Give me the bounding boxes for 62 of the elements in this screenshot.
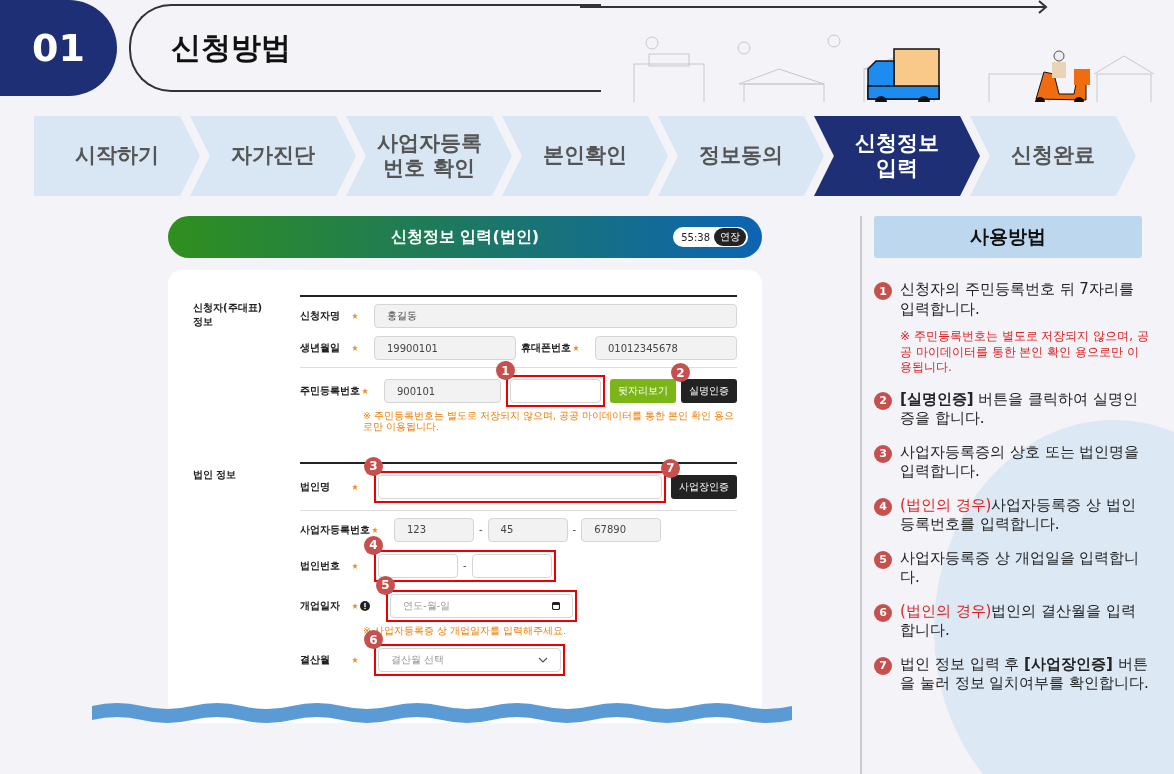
field-label: 휴대폰번호 bbox=[521, 341, 571, 355]
input-field[interactable]: 01012345678 bbox=[595, 336, 737, 360]
section-label: 신청자(주대표) 정보 bbox=[193, 301, 264, 329]
callout-badge: 2 bbox=[671, 363, 690, 382]
section-label: 법인 정보 bbox=[193, 467, 238, 482]
timer-text: 55:38 bbox=[681, 231, 710, 243]
guide-title: 사용방법 bbox=[874, 216, 1142, 258]
form-button[interactable]: 사업장인증 bbox=[671, 474, 737, 499]
step-badge: 2 bbox=[874, 391, 892, 410]
step-badge: 3 bbox=[874, 444, 892, 463]
field-label: 개업일자 bbox=[300, 598, 341, 613]
callout-badge: 7 bbox=[661, 458, 680, 478]
step-tab[interactable]: 시작하기 bbox=[34, 116, 200, 196]
input-field[interactable] bbox=[471, 553, 552, 578]
step-badge: 4 bbox=[874, 497, 892, 516]
chevron-down-icon bbox=[538, 657, 548, 664]
guide-text: [실명인증] 버튼을 클릭하여 실명인증을 합니다. bbox=[900, 389, 1140, 429]
step-tab[interactable]: 정보동의 bbox=[658, 116, 824, 196]
dash-separator: - bbox=[479, 524, 483, 536]
guide-text: 신청자의 주민등록번호 뒤 7자리를 입력합니다. bbox=[900, 280, 1135, 319]
field-label: 신청자명 bbox=[300, 309, 341, 323]
input-field[interactable]: 19900101 bbox=[374, 336, 516, 360]
step-badge: 6 bbox=[874, 603, 892, 622]
calendar-icon bbox=[552, 601, 560, 610]
dash-separator: - bbox=[572, 524, 577, 536]
step-badge: 7 bbox=[874, 656, 892, 675]
dash-separator: - bbox=[463, 560, 467, 572]
callout-badge: 1 bbox=[496, 361, 515, 380]
field-label: 생년월일 bbox=[300, 341, 341, 355]
input-field[interactable]: 67890 bbox=[581, 517, 662, 542]
step-tab[interactable]: 사업자등록 번호 확인 bbox=[346, 116, 512, 196]
callout-badge: 4 bbox=[364, 535, 383, 555]
input-field[interactable]: 900101 bbox=[384, 379, 501, 403]
input-field[interactable]: 123 bbox=[394, 517, 474, 542]
step-tab[interactable]: 신청완료 bbox=[970, 116, 1136, 196]
guide-text: 법인 정보 입력 후 [사업장인증] 버튼을 눌러 정보 일치여부를 확인합니다. bbox=[900, 654, 1150, 694]
form-title: 신청정보 입력(법인) bbox=[390, 226, 540, 248]
step-badge: 1 bbox=[874, 282, 892, 300]
step-tab[interactable]: 신청정보 입력 bbox=[814, 116, 980, 196]
field-note: ※ 주민등록번호는 별도로 저장되지 않으며, 공공 마이데이터를 통한 본인 확인 용으로만 이용됩니다. bbox=[363, 410, 736, 433]
guide-note: ※ 주민등록번호는 별도로 저장되지 않으며, 공공 마이데이터를 통한 본인 확인 용으로만 이용됩니다. bbox=[900, 329, 1150, 376]
input-field[interactable] bbox=[378, 553, 458, 578]
callout-badge: 3 bbox=[364, 456, 383, 476]
form-button[interactable]: 실명인증 bbox=[681, 379, 737, 403]
guide-text: 사업자등록증의 상호 또는 법인명을 입력합니다. bbox=[900, 442, 1141, 482]
guide-text: (법인의 경우)법인의 결산월을 입력합니다. bbox=[900, 601, 1138, 641]
section-number: 01 bbox=[0, 0, 117, 96]
step-tab[interactable]: 자가진단 bbox=[190, 116, 356, 196]
guide-text: 사업자등록증 상 개업일을 입력합니다. bbox=[900, 548, 1141, 588]
guide-text: (법인의 경우)사업자등록증 상 법인등록번호를 입력합니다. bbox=[900, 495, 1138, 535]
field-label: 주민등록번호 bbox=[300, 384, 360, 398]
info-icon[interactable] bbox=[360, 600, 370, 611]
input-field[interactable]: 홍길동 bbox=[374, 304, 737, 328]
field-label: 법인번호 bbox=[300, 558, 341, 573]
step-tab[interactable]: 본인확인 bbox=[502, 116, 668, 196]
page-title: 신청방법 bbox=[171, 28, 291, 67]
field-label: 법인명 bbox=[300, 479, 331, 494]
extend-button[interactable]: 연장 bbox=[714, 228, 746, 246]
input-field[interactable]: 45 bbox=[487, 517, 568, 542]
field-label: 사업자등록번호 bbox=[300, 522, 370, 537]
step-badge: 5 bbox=[874, 550, 892, 569]
field-label: 결산월 bbox=[300, 653, 331, 668]
